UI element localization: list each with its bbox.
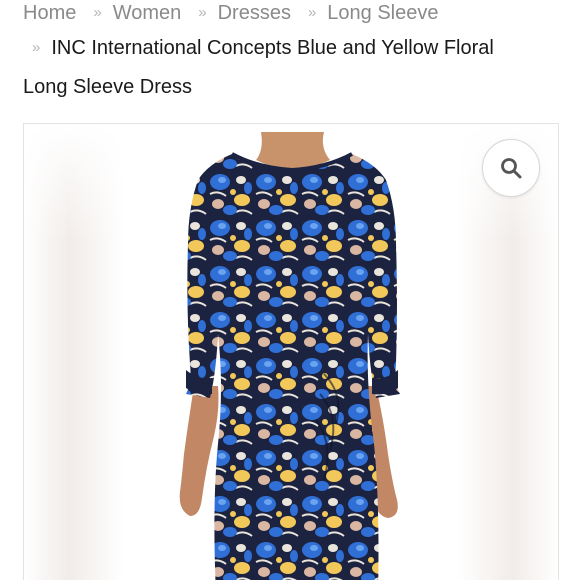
search-icon (501, 158, 522, 179)
breadcrumb-long-sleeve[interactable]: Long Sleeve (327, 2, 438, 24)
breadcrumb-home[interactable]: Home (23, 2, 76, 24)
product-photo[interactable] (24, 124, 558, 580)
product-page: Home » Women » Dresses » Long Sleeve » INC Inte… (0, 0, 580, 580)
breadcrumb-row: Home » Women » Dresses » Long Sleeve (23, 0, 568, 26)
zoom-button[interactable] (482, 139, 540, 197)
breadcrumb: Home » Women » Dresses » Long Sleeve (23, 0, 568, 26)
breadcrumb-separator-icon: » (307, 4, 317, 21)
product-image-frame (23, 123, 559, 580)
breadcrumb-separator-icon: » (32, 39, 41, 56)
product-title-line2: Long Sleeve Dress (23, 76, 192, 98)
breadcrumb-dresses[interactable]: Dresses (218, 2, 291, 24)
product-title-row: » INC International Concepts Blue and Yel… (23, 33, 494, 65)
product-title-line1: INC International Concepts Blue and Yell… (51, 37, 494, 59)
breadcrumb-women[interactable]: Women (113, 2, 182, 24)
breadcrumb-separator-icon: » (198, 4, 207, 21)
breadcrumb-separator-icon: » (93, 4, 102, 21)
